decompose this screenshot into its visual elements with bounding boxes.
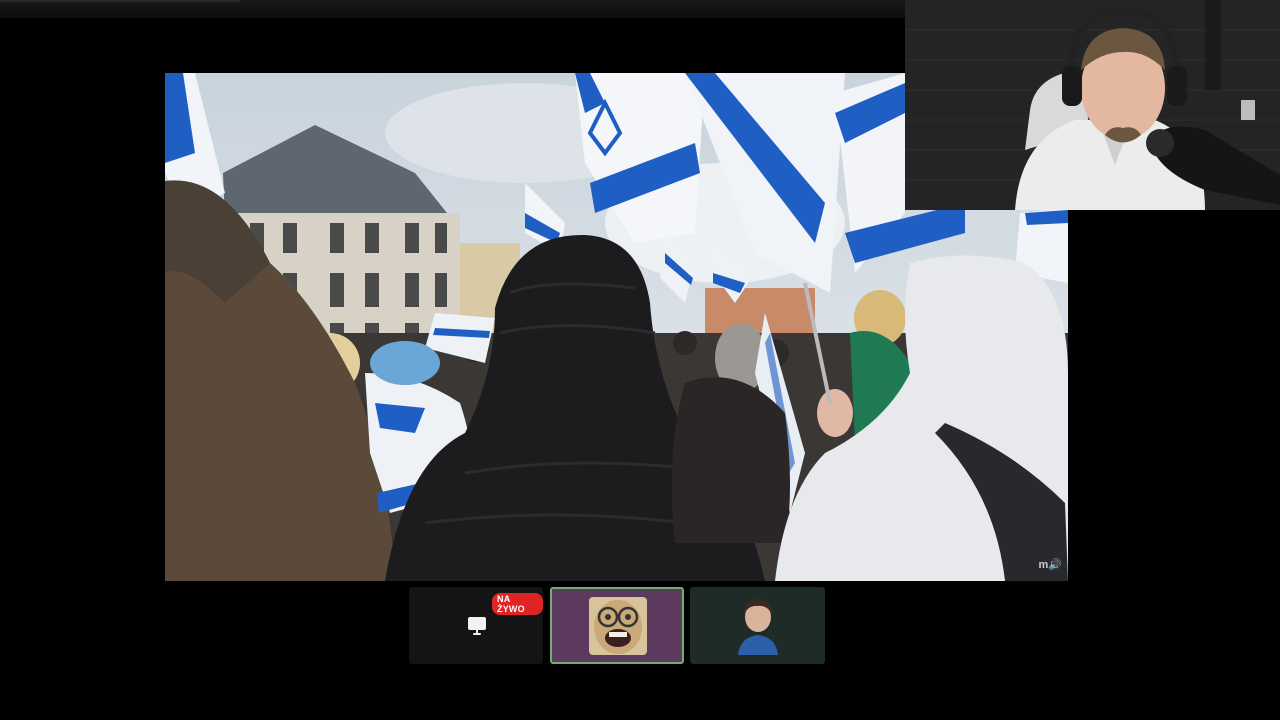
streamer-webcam bbox=[905, 0, 1280, 210]
participant-tiles: NA ŻYWO bbox=[409, 587, 825, 664]
webcam-feed bbox=[905, 0, 1280, 210]
tile-screen-share[interactable]: NA ŻYWO bbox=[409, 587, 543, 664]
top-bar bbox=[0, 0, 905, 18]
tile-avatar-active[interactable] bbox=[550, 587, 684, 664]
top-bar-line bbox=[0, 0, 240, 2]
person-thumbnail-icon bbox=[734, 597, 782, 660]
broadcaster-watermark: m🔊 bbox=[1038, 559, 1062, 571]
live-badge: NA ŻYWO bbox=[492, 593, 543, 615]
monitor-icon bbox=[467, 616, 487, 641]
tile-camera-participant[interactable] bbox=[690, 587, 825, 664]
cartoon-face-avatar-icon bbox=[585, 595, 651, 662]
